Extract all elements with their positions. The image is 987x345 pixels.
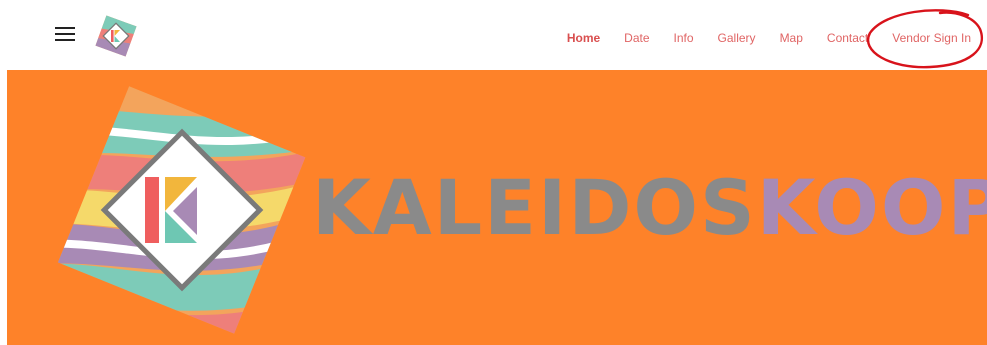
wordmark-part-1: KALEIDOS xyxy=(312,163,757,252)
vendor-sign-in-wrap: Vendor Sign In xyxy=(867,9,984,69)
nav-info[interactable]: Info xyxy=(674,31,694,45)
page: Home Date Info Gallery Map Contact Vendo… xyxy=(0,0,987,345)
hero-banner: KALEIDOSKOOP xyxy=(7,70,987,345)
site-header: Home Date Info Gallery Map Contact Vendo… xyxy=(0,0,987,70)
kaleidoskoop-logo-icon[interactable] xyxy=(92,14,140,58)
nav-contact[interactable]: Contact xyxy=(827,31,868,45)
nav-home[interactable]: Home xyxy=(567,31,600,45)
hamburger-icon[interactable] xyxy=(55,25,75,43)
nav-date[interactable]: Date xyxy=(624,31,649,45)
nav-gallery[interactable]: Gallery xyxy=(718,31,756,45)
kaleidoskoop-wordmark: KALEIDOSKOOP xyxy=(312,170,987,246)
main-nav: Home Date Info Gallery Map Contact Vendo… xyxy=(543,9,984,69)
nav-vendor-sign-in[interactable]: Vendor Sign In xyxy=(892,31,971,45)
nav-map[interactable]: Map xyxy=(780,31,803,45)
kaleidoskoop-hero-logo-icon xyxy=(57,86,306,334)
wordmark-part-2: KOOP xyxy=(756,163,987,252)
